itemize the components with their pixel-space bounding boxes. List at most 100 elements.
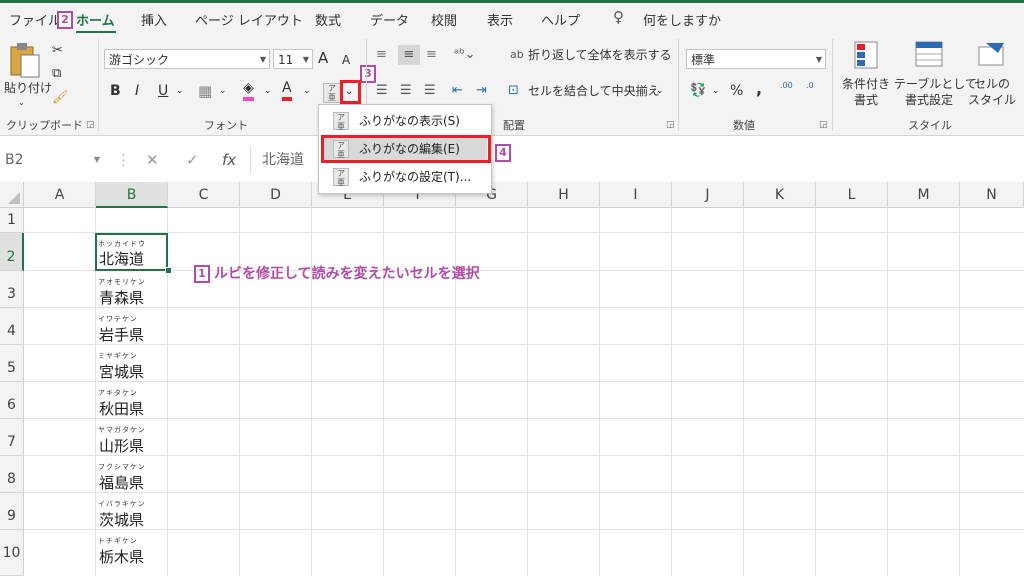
- format-painter-icon[interactable]: 🖌: [52, 88, 69, 108]
- cell-ruby: ミヤギケン: [98, 352, 138, 360]
- borders-icon[interactable]: ▦: [198, 81, 212, 101]
- row-header-5[interactable]: 5: [0, 345, 24, 382]
- column-header-B[interactable]: B: [96, 182, 168, 208]
- cell-B9[interactable]: イバラキケン 茨城県: [96, 493, 168, 530]
- row-header-1[interactable]: 1: [0, 208, 24, 233]
- menu-item-label: ふりがなの表示(S): [359, 114, 460, 128]
- orientation-icon[interactable]: ᵃᵇ⌄: [454, 45, 476, 65]
- chevron-down-icon[interactable]: ⌄: [303, 81, 311, 101]
- column-header-K[interactable]: K: [744, 182, 816, 208]
- insert-function-icon[interactable]: fx: [222, 148, 236, 172]
- tab-review[interactable]: 校閲: [431, 10, 457, 29]
- select-all-corner[interactable]: [0, 182, 24, 208]
- wrap-text-icon[interactable]: ab: [510, 45, 524, 65]
- bold-button[interactable]: B: [110, 81, 121, 101]
- row-header-10[interactable]: 10: [0, 530, 24, 576]
- decrease-indent-icon[interactable]: ⇤: [452, 81, 463, 101]
- increase-decimal-button[interactable]: .00: [780, 81, 793, 90]
- tab-page-layout[interactable]: ページ レイアウト: [195, 10, 303, 29]
- chevron-down-icon[interactable]: ⌄: [712, 81, 720, 101]
- column-header-D[interactable]: D: [240, 182, 312, 208]
- tab-file[interactable]: ファイル: [9, 10, 61, 29]
- row-header-2[interactable]: 2: [0, 233, 24, 271]
- cell-styles-button[interactable]: セルの スタイル: [964, 37, 1020, 113]
- column-header-J[interactable]: J: [672, 182, 744, 208]
- paste-button[interactable]: 貼り付け ⌄: [4, 37, 52, 107]
- column-header-H[interactable]: H: [528, 182, 600, 208]
- align-top-icon[interactable]: ≡: [376, 45, 387, 65]
- cell-B5[interactable]: ミヤギケン 宮城県: [96, 345, 168, 382]
- row-header-4[interactable]: 4: [0, 308, 24, 345]
- cell-B4[interactable]: イワテケン 岩手県: [96, 308, 168, 345]
- italic-button[interactable]: I: [135, 81, 139, 101]
- column-header-A[interactable]: A: [24, 182, 96, 208]
- conditional-formatting-button[interactable]: 条件付き 書式: [838, 37, 894, 113]
- column-header-I[interactable]: I: [600, 182, 672, 208]
- align-right-icon[interactable]: ☰: [424, 81, 436, 101]
- row-header-9[interactable]: 9: [0, 493, 24, 530]
- comma-button[interactable]: ,: [756, 79, 762, 99]
- column-header-N[interactable]: N: [960, 182, 1024, 208]
- column-header-L[interactable]: L: [816, 182, 888, 208]
- currency-icon[interactable]: 💱: [690, 81, 706, 101]
- step-marker-2: 2: [57, 11, 73, 29]
- font-size-combo[interactable]: 11 ▼: [273, 49, 313, 69]
- tab-view[interactable]: 表示: [487, 10, 513, 29]
- column-header-C[interactable]: C: [168, 182, 240, 208]
- format-as-table-button[interactable]: テーブルとして 書式設定: [894, 37, 977, 113]
- merge-center-icon[interactable]: ⊡: [508, 81, 519, 101]
- cell-B6[interactable]: アキタケン 秋田県: [96, 382, 168, 419]
- align-center-icon[interactable]: ☰: [400, 81, 412, 101]
- chevron-down-icon[interactable]: ⌄: [176, 81, 184, 101]
- row-header-6[interactable]: 6: [0, 382, 24, 419]
- enter-icon[interactable]: ✓: [186, 148, 199, 172]
- menu-item-phonetic-settings[interactable]: ア亜 ふりがなの設定(T)...: [323, 165, 487, 190]
- row-header-7[interactable]: 7: [0, 419, 24, 456]
- tab-data[interactable]: データ: [370, 10, 409, 29]
- row-header-3[interactable]: 3: [0, 271, 24, 308]
- cell-B10[interactable]: トチギケン 栃木県: [96, 530, 168, 574]
- row-header-8[interactable]: 8: [0, 456, 24, 493]
- cell-B7[interactable]: ヤマガタケン 山形県: [96, 419, 168, 456]
- cell-styles-label-2: スタイル: [967, 93, 1016, 107]
- font-name-combo[interactable]: 游ゴシック ▼: [104, 49, 270, 69]
- align-left-icon[interactable]: ☰: [376, 81, 388, 101]
- tab-home[interactable]: ホーム: [76, 10, 115, 29]
- column-header-M[interactable]: M: [888, 182, 960, 208]
- copy-icon[interactable]: ⧉: [52, 64, 61, 84]
- cancel-icon[interactable]: ✕: [146, 148, 159, 172]
- formula-content[interactable]: 北海道: [262, 148, 304, 172]
- clipboard-launcher-icon[interactable]: ◲: [86, 120, 95, 130]
- name-box[interactable]: B2 ▼: [0, 148, 104, 172]
- chevron-down-icon[interactable]: ⌄: [264, 81, 272, 101]
- cell-B8[interactable]: フクシマケン 福島県: [96, 456, 168, 493]
- align-bottom-icon[interactable]: ≡: [426, 45, 437, 65]
- gridline: [24, 492, 1024, 493]
- tab-help[interactable]: ヘルプ: [541, 10, 580, 29]
- tell-me-search[interactable]: 何をしますか: [643, 10, 721, 29]
- paste-icon: [10, 43, 40, 78]
- cut-icon[interactable]: ✂: [52, 41, 63, 61]
- shrink-font-button[interactable]: A: [342, 50, 350, 70]
- chevron-down-icon[interactable]: ⌄: [219, 81, 227, 101]
- fill-color-icon[interactable]: ◈: [243, 79, 254, 101]
- alignment-launcher-icon[interactable]: ◲: [666, 120, 675, 130]
- cell-B3[interactable]: アオモリケン 青森県: [96, 271, 168, 308]
- wrap-text-button[interactable]: 折り返して全体を表示する: [528, 45, 672, 65]
- underline-button[interactable]: U: [158, 81, 168, 101]
- percent-button[interactable]: %: [730, 81, 743, 101]
- increase-indent-icon[interactable]: ⇥: [476, 81, 487, 101]
- tab-insert[interactable]: 挿入: [141, 10, 167, 29]
- tab-formulas[interactable]: 数式: [315, 10, 341, 29]
- number-format-combo[interactable]: 標準 ▼: [686, 49, 826, 69]
- menu-item-show-phonetic[interactable]: ア亜 ふりがなの表示(S): [323, 109, 487, 134]
- merge-center-button[interactable]: セルを結合して中央揃え: [528, 81, 660, 101]
- font-color-button[interactable]: A: [282, 79, 292, 101]
- align-middle-icon[interactable]: ≡: [398, 45, 420, 65]
- chevron-down-icon[interactable]: ⌄: [656, 81, 664, 101]
- decrease-decimal-button[interactable]: .0: [806, 81, 814, 90]
- phonetic-button[interactable]: ア亜: [323, 83, 341, 103]
- fill-handle[interactable]: [165, 267, 172, 274]
- number-launcher-icon[interactable]: ◲: [819, 120, 828, 130]
- grow-font-button[interactable]: A: [318, 48, 328, 68]
